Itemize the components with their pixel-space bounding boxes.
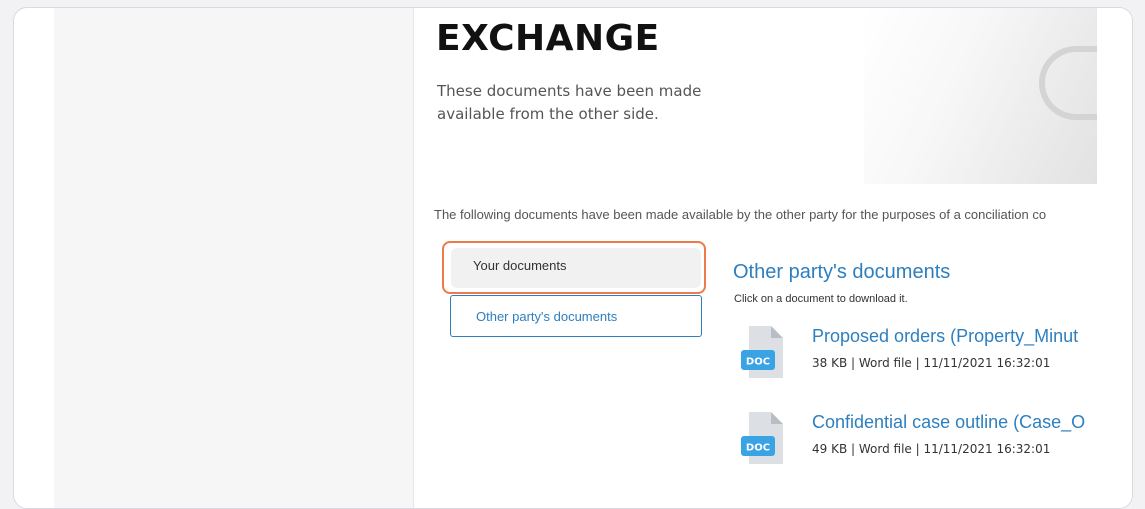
your-documents-button[interactable]: Your documents [451, 248, 701, 288]
word-document-icon: DOC [741, 412, 783, 464]
left-sidebar [54, 8, 414, 508]
browser-frame: EXCHANGE These documents have been made … [13, 7, 1133, 509]
document-name[interactable]: Confidential case outline (Case_O [812, 412, 1097, 433]
page-title: EXCHANGE [436, 18, 660, 59]
word-document-icon: DOC [741, 326, 783, 378]
document-meta: 49 KB | Word file | 11/11/2021 16:32:01 [812, 442, 1051, 456]
document-meta: 38 KB | Word file | 11/11/2021 16:32:01 [812, 356, 1051, 370]
document-item[interactable]: DOC Confidential case outline (Case_O 49… [741, 410, 1097, 472]
page-subtitle: These documents have been made available… [437, 82, 702, 123]
document-item[interactable]: DOC Proposed orders (Property_Minut 38 K… [741, 324, 1097, 386]
intro-text: The following documents have been made a… [434, 207, 1047, 222]
section-title: Other party's documents [733, 261, 951, 283]
other-party-documents-button[interactable]: Other party's documents [450, 295, 702, 337]
section-hint: Click on a document to download it. [734, 293, 908, 305]
document-name[interactable]: Proposed orders (Property_Minut [812, 326, 1097, 347]
cup-image [1039, 46, 1103, 120]
doc-badge-label: DOC [746, 357, 770, 368]
doc-badge-label: DOC [746, 443, 770, 454]
hero-image [864, 8, 1103, 184]
right-margin [1097, 8, 1132, 508]
